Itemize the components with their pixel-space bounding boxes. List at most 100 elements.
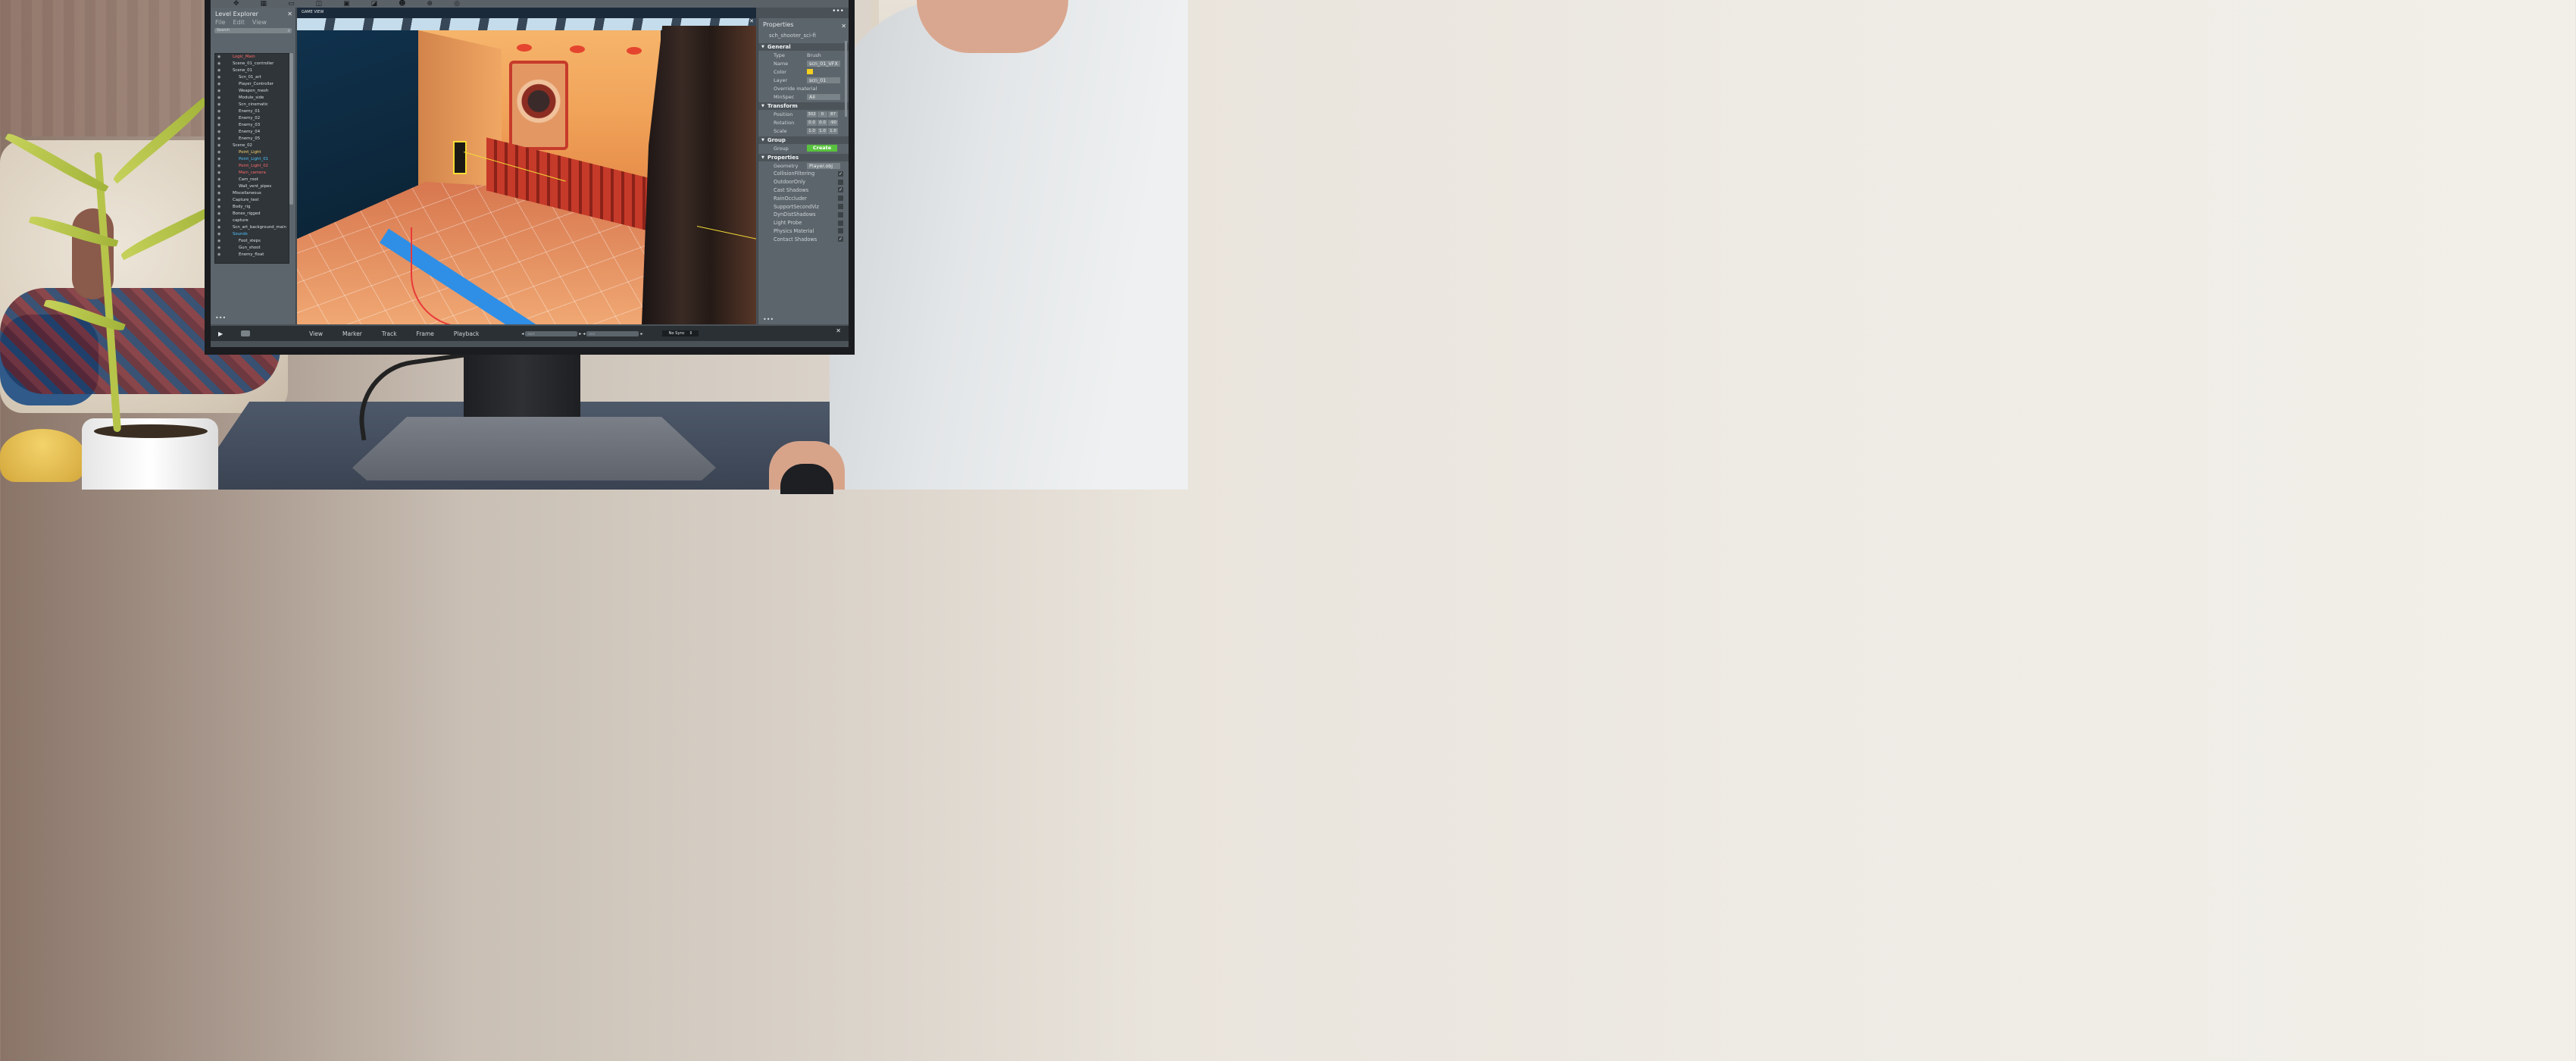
eye-icon[interactable]: ◉ (217, 67, 225, 74)
eye-icon[interactable]: ◉ (217, 156, 225, 163)
target-icon[interactable]: ◎ (454, 0, 460, 8)
eye-icon[interactable]: ◉ (217, 102, 225, 108)
person-icon[interactable]: ☻ (399, 0, 405, 8)
tree-item[interactable]: ◉ Main_camera (215, 170, 289, 177)
position-z-input[interactable]: 87 (828, 111, 838, 117)
cube-icon[interactable]: ◫ (316, 0, 323, 8)
menu-file[interactable]: File (215, 19, 225, 26)
checkbox-unchecked[interactable] (838, 196, 843, 202)
checkbox-checked[interactable]: ✓ (838, 236, 843, 243)
section-transform[interactable]: ▼ Transform (758, 102, 849, 110)
tree-item[interactable]: ◉ Scene_01 (215, 67, 289, 74)
checkbox-unchecked[interactable] (838, 204, 843, 210)
scale-z-input[interactable]: 1.0 (828, 127, 838, 134)
eye-icon[interactable]: ◉ (217, 136, 225, 142)
eye-icon[interactable]: ◉ (217, 177, 225, 183)
prop-geometry-input[interactable]: Player.obj (807, 162, 840, 169)
timeline-menu-frame[interactable]: Frame (417, 330, 434, 337)
play-icon[interactable]: ▶ (218, 330, 223, 337)
eye-icon[interactable]: ◉ (217, 245, 225, 252)
section-properties[interactable]: ▼ Properties (758, 154, 849, 161)
eye-icon[interactable]: ◉ (217, 108, 225, 115)
arrow-left-icon[interactable]: ◂ (583, 331, 585, 336)
eye-icon[interactable]: ◉ (217, 224, 225, 231)
tree-item[interactable]: ◉ Point_Light (215, 149, 289, 156)
eye-icon[interactable]: ◉ (217, 88, 225, 95)
position-y-input[interactable]: 0 (818, 111, 827, 117)
tree-item[interactable]: ◉ Module_side (215, 95, 289, 102)
timeline-menu-marker[interactable]: Marker (342, 330, 362, 337)
sync-select[interactable]: No Sync ⇕ (662, 330, 699, 336)
checkbox-unchecked[interactable] (838, 228, 843, 234)
section-general[interactable]: ▼ General (758, 43, 849, 51)
tree-item[interactable]: ◉ Gun_shoot (215, 245, 289, 252)
prop-minspec-select[interactable]: All (807, 93, 840, 100)
prop-name-input[interactable]: scn_01_VFX (807, 60, 840, 67)
eye-icon[interactable]: ◉ (217, 231, 225, 238)
position-x-input[interactable]: 302 (807, 111, 817, 117)
create-group-button[interactable]: Create (807, 145, 837, 152)
eye-icon[interactable]: ◉ (217, 149, 225, 156)
tree-item[interactable]: ◉ Cam_root (215, 177, 289, 183)
tree-item[interactable]: ◉ Enemy_04 (215, 129, 289, 136)
checkbox-unchecked[interactable] (838, 211, 843, 218)
tree-item[interactable]: ◉ Logic_Main (215, 54, 289, 61)
color-swatch[interactable] (807, 69, 813, 74)
eye-icon[interactable]: ◉ (217, 61, 225, 67)
eye-icon[interactable]: ◉ (217, 218, 225, 224)
checkbox-checked[interactable]: ✓ (838, 171, 843, 177)
eye-icon[interactable]: ◉ (217, 142, 225, 149)
tree-item[interactable]: ◉ Enemy_float (215, 252, 289, 258)
arrow-left-icon[interactable]: ◂ (521, 331, 524, 336)
tree-item[interactable]: ◉ Scene_02 (215, 142, 289, 149)
eye-icon[interactable]: ◉ (217, 74, 225, 81)
tree-item[interactable]: ◉ Enemy_02 (215, 115, 289, 122)
tree-item[interactable]: ◉ Point_Light_01 (215, 156, 289, 163)
timeline-menu-view[interactable]: View (309, 330, 323, 337)
tree-item[interactable]: ◉ Enemy_03 (215, 122, 289, 129)
layer-icon[interactable]: ◪ (371, 0, 378, 8)
checkbox-checked[interactable]: ✓ (838, 187, 843, 193)
arrow-right-icon[interactable]: ▸ (579, 331, 581, 336)
close-icon[interactable]: ✕ (841, 23, 846, 30)
tree-item[interactable]: ◉ Enemy_05 (215, 136, 289, 142)
menu-view[interactable]: View (252, 19, 267, 26)
close-icon[interactable]: ✕ (287, 11, 292, 17)
eye-icon[interactable]: ◉ (217, 204, 225, 211)
scale-y-input[interactable]: 1.0 (818, 127, 827, 134)
range-end-input[interactable]: end (586, 330, 639, 336)
prop-override[interactable]: Override material (758, 84, 849, 92)
eye-icon[interactable]: ◉ (217, 95, 225, 102)
tree-item[interactable]: ◉ Miscellaneous (215, 190, 289, 197)
grid-icon[interactable]: ▦ (261, 0, 267, 8)
timeline-menu-playback[interactable]: Playback (454, 330, 479, 337)
eye-icon[interactable]: ◉ (217, 183, 225, 190)
prop-layer-input[interactable]: scn_01 (807, 77, 840, 83)
timeline-menu-track[interactable]: Track (382, 330, 397, 337)
game-viewport[interactable]: GAME VIEW ✕ (297, 8, 756, 324)
tree-item[interactable]: ◉ Weapon_mesh (215, 88, 289, 95)
tree-item[interactable]: ◉ Point_Light_02 (215, 163, 289, 170)
eye-icon[interactable]: ◉ (217, 170, 225, 177)
rotation-x-input[interactable]: 0.0 (807, 119, 817, 126)
tree-item[interactable]: ◉ Body_rig (215, 204, 289, 211)
more-options-icon[interactable]: ••• (832, 8, 844, 15)
tree-item[interactable]: ◉ Scn_art_background_main (215, 224, 289, 231)
mode-toggle[interactable] (241, 330, 251, 336)
close-icon[interactable]: ✕ (749, 18, 754, 24)
eye-icon[interactable]: ◉ (217, 163, 225, 170)
more-options-icon[interactable]: ••• (215, 315, 226, 321)
search-input[interactable]: Search ⌕ (214, 28, 292, 33)
tree-item[interactable]: ◉ Scn_01_art (215, 74, 289, 81)
eye-icon[interactable]: ◉ (217, 115, 225, 122)
section-group[interactable]: ▼ Group (758, 136, 849, 144)
eye-icon[interactable]: ◉ (217, 122, 225, 129)
eye-icon[interactable]: ◉ (217, 81, 225, 88)
tree-item[interactable]: ◉ Bones_rigged (215, 211, 289, 218)
tree-item[interactable]: ◉ Wall_vent_pipes (215, 183, 289, 190)
rotation-z-input[interactable]: -90 (828, 119, 838, 126)
scene-tree-scrollbar[interactable] (289, 53, 293, 205)
menu-edit[interactable]: Edit (233, 19, 245, 26)
tree-item[interactable]: ◉ Foot_steps (215, 238, 289, 245)
plus-icon[interactable]: ⊕ (427, 0, 433, 8)
